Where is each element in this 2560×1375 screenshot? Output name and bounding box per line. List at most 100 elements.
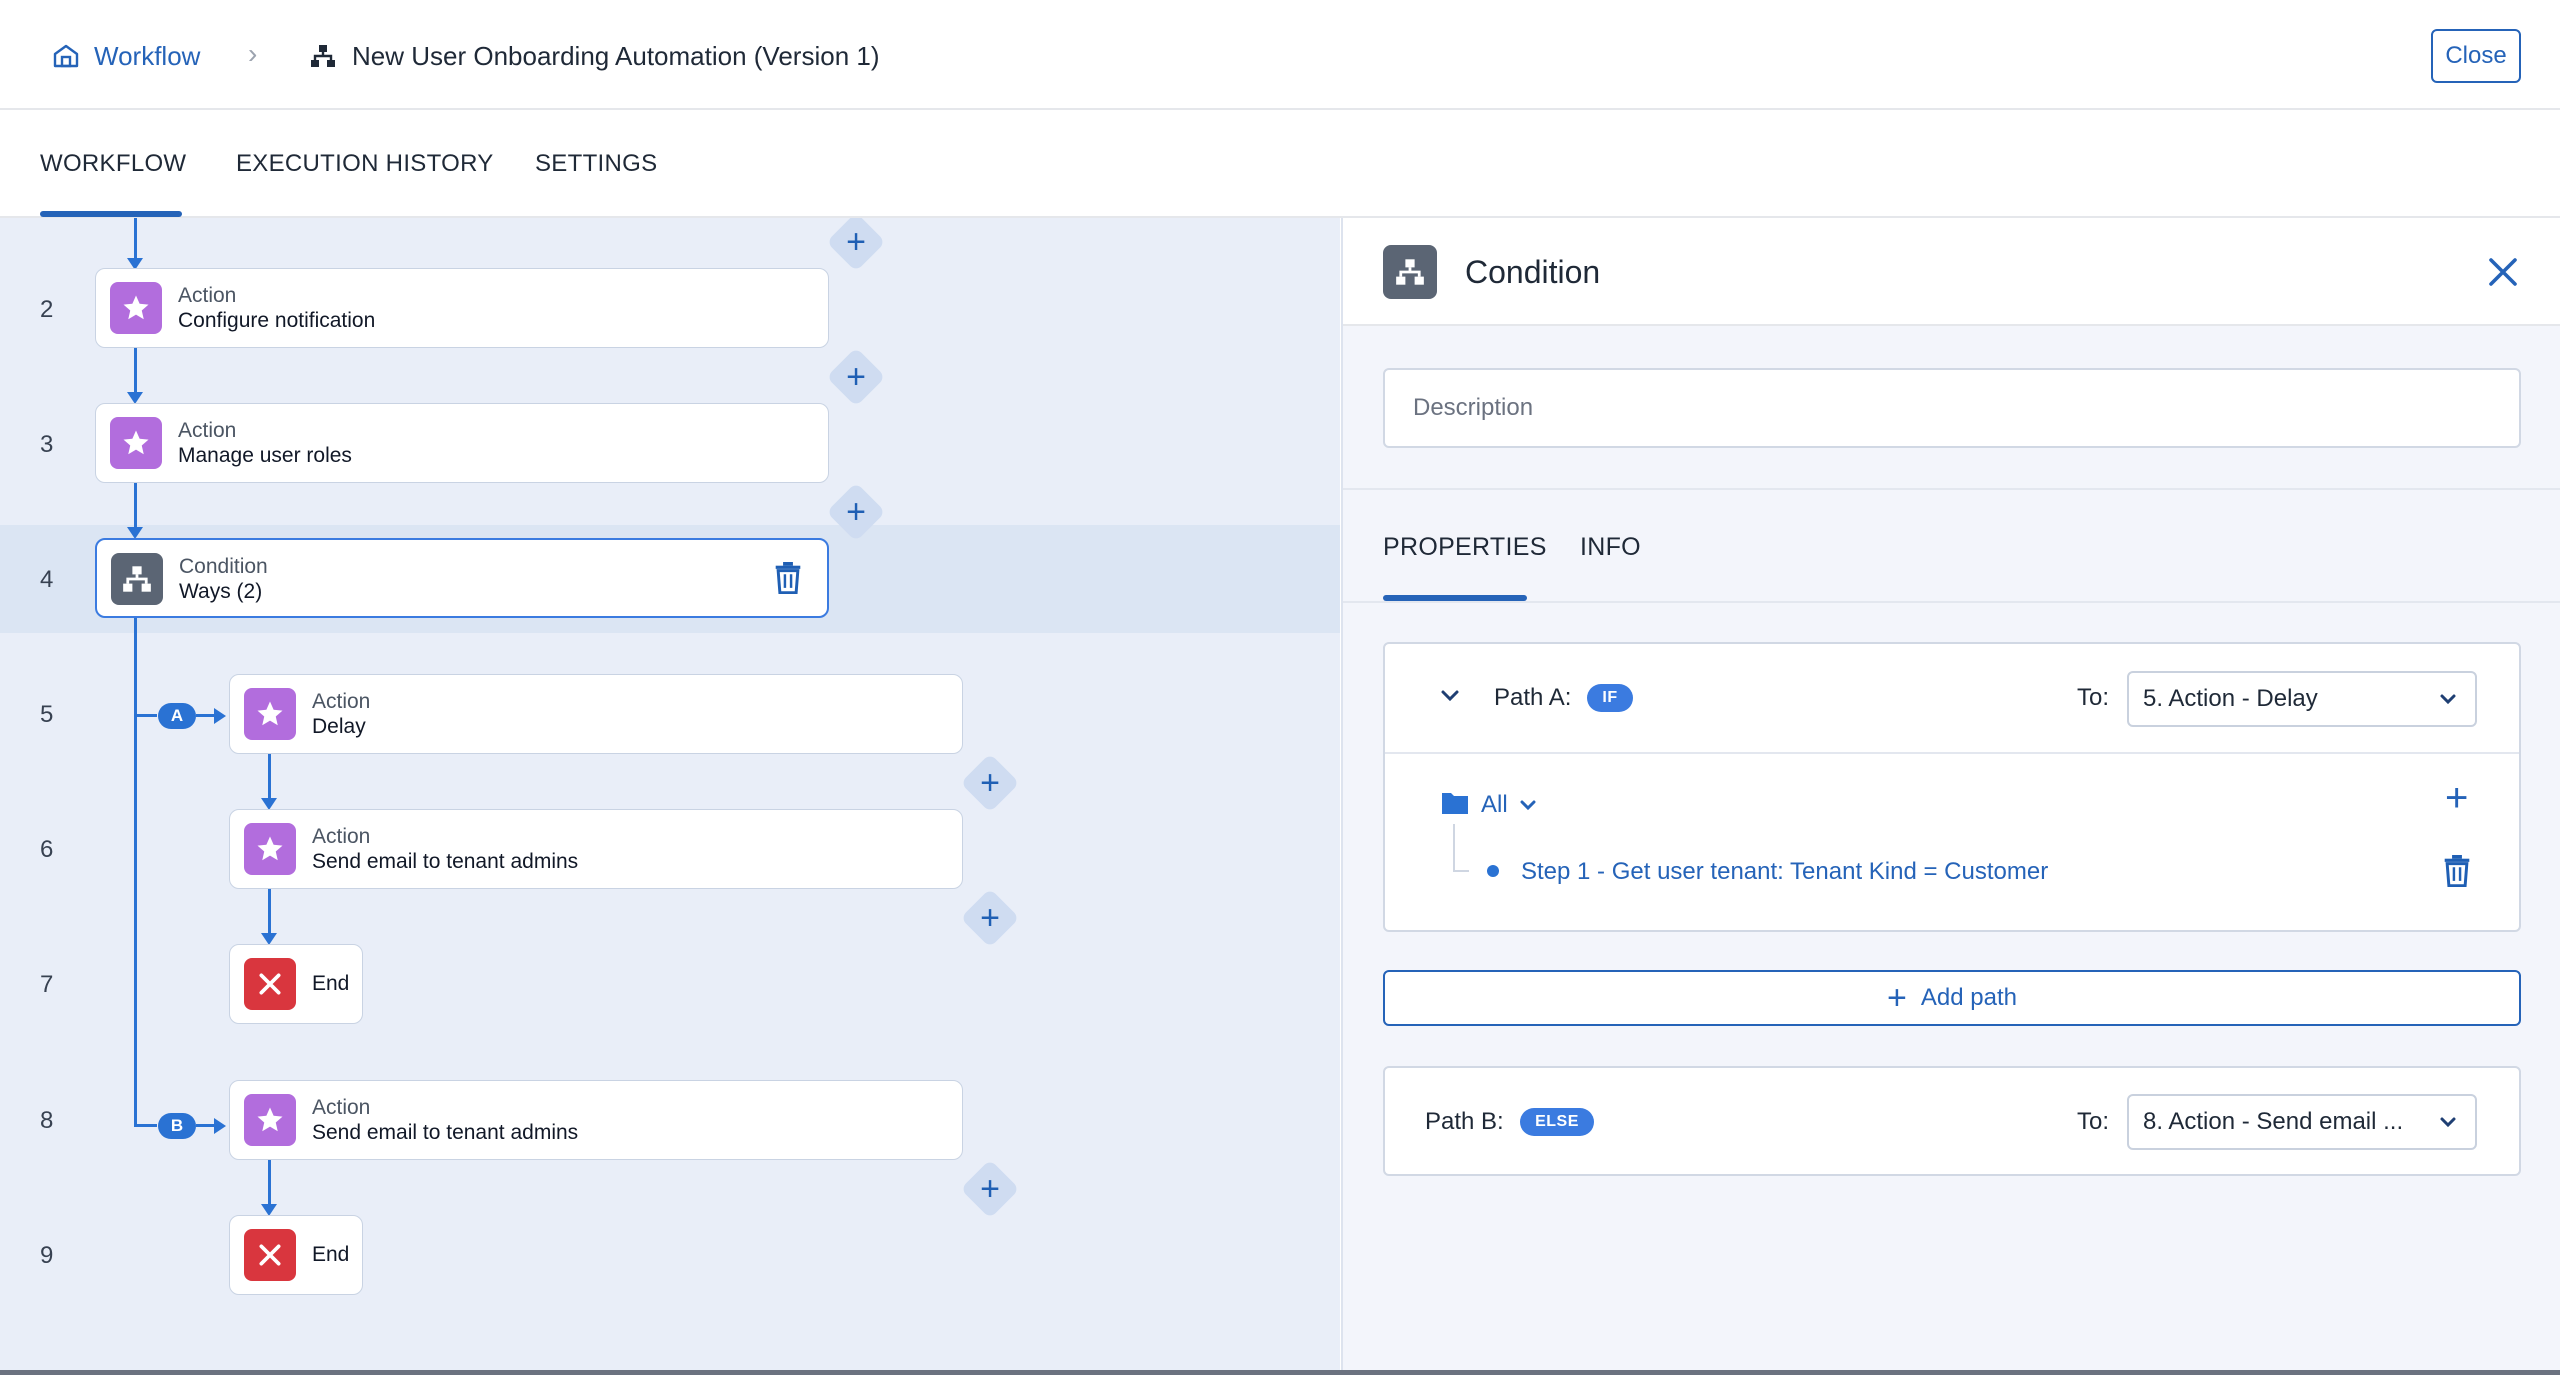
star-icon: [110, 282, 162, 334]
tab-properties[interactable]: PROPERTIES: [1383, 533, 1547, 562]
bullet-icon: [1487, 865, 1499, 877]
branch-line: [137, 714, 157, 717]
step-type: Action: [178, 419, 237, 442]
path-a-target-select[interactable]: 5. Action - Delay: [2127, 671, 2477, 727]
step-number: 5: [40, 701, 54, 728]
step-type: Action: [178, 284, 237, 307]
step-card-end[interactable]: End: [229, 1215, 363, 1295]
trash-icon[interactable]: [773, 562, 803, 594]
add-step-button[interactable]: +: [960, 888, 1020, 948]
path-b-label: Path B:: [1425, 1108, 1504, 1135]
plus-icon: +: [980, 899, 1000, 937]
tab-execution-history[interactable]: EXECUTION HISTORY: [236, 150, 494, 178]
step-name: Send email to tenant admins: [312, 850, 579, 873]
connector-line: [268, 754, 271, 798]
window-bottom-edge: [0, 1370, 2560, 1375]
condition-rule-link[interactable]: Step 1 - Get user tenant: Tenant Kind = …: [1521, 858, 2048, 886]
workflow-title: New User Onboarding Automation (Version …: [352, 40, 880, 71]
branch-trunk-line: [134, 618, 137, 1127]
tab-settings[interactable]: SETTINGS: [535, 150, 657, 178]
breadcrumb-workflow-link[interactable]: Workflow: [52, 36, 200, 76]
step-card-send-email-a[interactable]: Action Send email to tenant admins: [229, 809, 963, 889]
step-number: 4: [40, 566, 54, 593]
chevron-down-icon: [1520, 800, 1536, 811]
add-path-label: Add path: [1920, 984, 2017, 1011]
add-step-button[interactable]: +: [826, 218, 886, 272]
panel-title: Condition: [1465, 254, 1601, 290]
branch-line: [196, 714, 216, 717]
group-operator-dropdown[interactable]: All: [1481, 791, 1538, 819]
path-a-badge: A: [158, 703, 196, 729]
plus-icon: +: [846, 358, 866, 396]
x-icon: [244, 958, 296, 1010]
star-icon: [244, 688, 296, 740]
step-name: Send email to tenant admins: [312, 1121, 579, 1144]
add-rule-plus-icon[interactable]: +: [2445, 776, 2468, 821]
star-icon: [110, 417, 162, 469]
group-operator-label: All: [1481, 791, 1508, 818]
if-badge: IF: [1587, 684, 1633, 712]
description-input[interactable]: [1383, 368, 2521, 448]
step-card-manage-user-roles[interactable]: Action Manage user roles: [95, 403, 829, 483]
step-number: 8: [40, 1107, 54, 1134]
plus-icon: +: [980, 764, 1000, 802]
step-name: Configure notification: [178, 309, 376, 332]
chevron-down-icon: [2440, 1117, 2456, 1128]
path-b-badge: B: [158, 1113, 196, 1139]
divider: [1385, 752, 2519, 754]
hierarchy-icon: [311, 45, 335, 67]
to-label: To:: [2077, 1108, 2110, 1135]
breadcrumb-current: New User Onboarding Automation (Version …: [310, 36, 880, 76]
step-card-configure-notification[interactable]: Action Configure notification: [95, 268, 829, 348]
step-name: End: [312, 1243, 350, 1266]
star-icon: [244, 1094, 296, 1146]
step-number: 7: [40, 971, 54, 998]
step-number: 3: [40, 431, 54, 458]
divider: [1343, 601, 2560, 603]
step-card-send-email-b[interactable]: Action Send email to tenant admins: [229, 1080, 963, 1160]
close-icon[interactable]: [2483, 252, 2523, 292]
path-b-card: Path B: ELSE To: 8. Action - Send email …: [1383, 1066, 2521, 1176]
path-a-card: Path A: IF To: 5. Action - Delay All + S…: [1383, 642, 2521, 932]
x-icon: [244, 1229, 296, 1281]
tab-workflow[interactable]: WORKFLOW: [40, 150, 186, 178]
add-step-button[interactable]: +: [826, 482, 886, 542]
close-button[interactable]: Close: [2431, 29, 2521, 83]
step-type: Action: [312, 825, 371, 848]
plus-icon: +: [1887, 979, 1907, 1017]
step-number: 9: [40, 1242, 54, 1269]
add-step-button[interactable]: +: [826, 347, 886, 407]
step-type: Action: [312, 690, 371, 713]
workflow-canvas[interactable]: A B + + + + + + 2 3 4 5 6 7 8 9 Action C…: [0, 218, 1340, 1375]
star-icon: [244, 823, 296, 875]
step-card-delay[interactable]: Action Delay: [229, 674, 963, 754]
divider: [1343, 488, 2560, 490]
arrow-right-icon: [214, 708, 226, 724]
step-type: Action: [312, 1096, 371, 1119]
step-type: Condition: [179, 555, 268, 578]
active-tab-indicator: [40, 211, 182, 217]
branch-line: [137, 1124, 157, 1127]
tab-info[interactable]: INFO: [1580, 533, 1641, 562]
add-step-button[interactable]: +: [960, 753, 1020, 813]
path-a-label: Path A:: [1494, 684, 1572, 711]
select-value: 5. Action - Delay: [2143, 685, 2318, 712]
connector-line: [134, 348, 137, 392]
add-path-button[interactable]: + Add path: [1383, 970, 2521, 1026]
add-step-button[interactable]: +: [960, 1159, 1020, 1219]
tree-line: [1453, 870, 1469, 872]
trash-icon[interactable]: [2442, 855, 2472, 887]
connector-line: [134, 218, 137, 258]
connector-line: [268, 1160, 271, 1204]
step-card-condition[interactable]: Condition Ways (2): [95, 538, 829, 618]
chevron-down-icon[interactable]: [1439, 688, 1461, 704]
select-value: 8. Action - Send email ...: [2143, 1108, 2404, 1135]
step-card-end[interactable]: End: [229, 944, 363, 1024]
arrow-right-icon: [214, 1118, 226, 1134]
plus-icon: +: [846, 493, 866, 531]
path-b-target-select[interactable]: 8. Action - Send email ...: [2127, 1094, 2477, 1150]
step-name: End: [312, 972, 350, 995]
step-name: Delay: [312, 715, 366, 738]
plus-icon: +: [980, 1170, 1000, 1208]
app-header: Workflow › New User Onboarding Automatio…: [0, 0, 2560, 110]
